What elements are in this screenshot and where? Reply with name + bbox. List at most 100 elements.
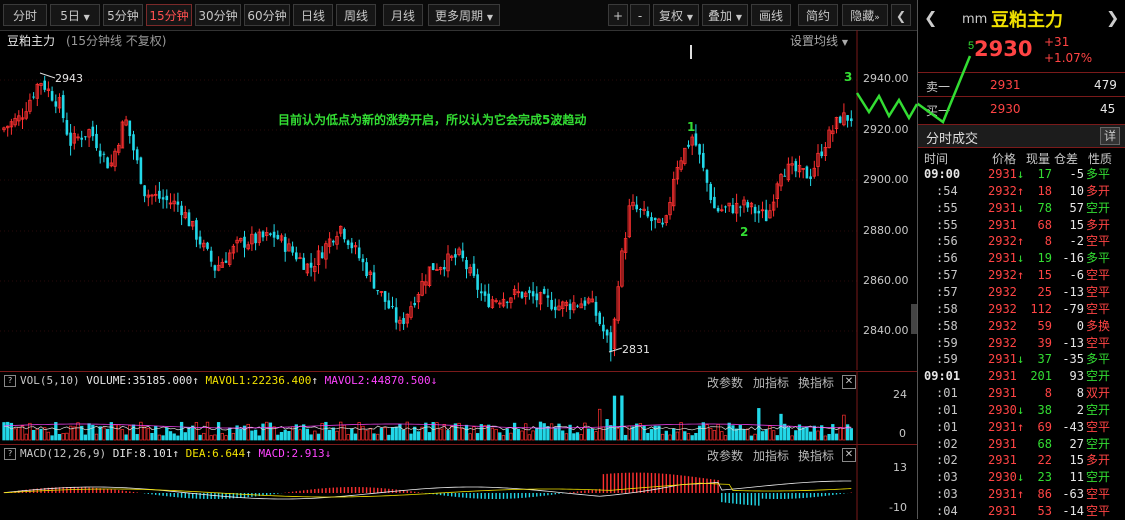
macd-edit-params-button[interactable]: 改参数 [707,447,743,464]
period-tab-60min[interactable]: 60分钟 [244,4,290,26]
candle-body [753,206,757,214]
volume-bar [694,433,698,441]
macd-y-tick-neg10: -10 [889,501,907,514]
chevron-right-icon[interactable]: ❯ [1106,8,1119,27]
candle-body [350,242,354,249]
chevron-left-icon[interactable]: ❮ [924,8,937,27]
period-tab-5day[interactable]: 5日 ▼ [50,4,100,26]
ask-price: 2931 [990,78,1021,92]
tick-oi-change: -6 [1069,268,1084,283]
vol-switch-indicator-button[interactable]: 换指标 [798,374,834,391]
volume-bar [202,432,206,441]
tick-oi-change: -5 [1069,167,1084,181]
tick-time: :58 [936,318,958,333]
volume-bar [357,422,361,441]
macd-switch-indicator-button[interactable]: 换指标 [798,447,834,464]
period-tab-fenshi[interactable]: 分时 [3,4,47,26]
volume-bar [401,429,406,441]
draw-line-button[interactable]: 画线 [751,4,791,26]
volume-bar [583,422,587,441]
tick-time: :01 [936,402,958,417]
period-tab-5min[interactable]: 5分钟 [103,4,143,26]
macd-add-indicator-button[interactable]: 加指标 [753,447,789,464]
candle-body [50,91,54,101]
volume-bar [54,422,58,441]
volume-bar [298,429,302,441]
volume-bar [816,430,820,441]
vol-add-indicator-button[interactable]: 加指标 [753,374,789,391]
tick-oi-change: 27 [1069,436,1084,451]
period-tab-day[interactable]: 日线 [293,4,333,26]
tick-oi-change: -43 [1062,419,1084,434]
tick-row: :54 2932 18 10 多开 ↑ [918,183,1125,199]
vol-edit-params-button[interactable]: 改参数 [707,374,743,391]
detail-button[interactable]: 详 [1100,127,1120,145]
volume-bar [527,434,532,441]
help-icon[interactable]: ? [4,375,16,387]
tick-row: :03 2931 86 -63 空平 ↑ [918,486,1125,502]
candlestick-chart[interactable]: 豆粕主力 (15分钟线 不复权) 设置均线 ▼ 目前认为低点为新的涨势开启，所以… [0,30,917,370]
volume-bar [46,431,51,441]
arrow-down-icon: ↓ [430,374,438,387]
volume-bar [760,431,765,441]
volume-bar [405,421,409,441]
collapse-panel-button[interactable]: ❮ [891,4,911,26]
candle-body [372,272,376,289]
arrow-up-icon: ↑ [1017,234,1025,249]
chevron-down-icon: ▼ [735,13,742,22]
zoom-out-button[interactable]: - [630,4,650,26]
volume-bar [475,433,480,441]
candle-body [283,236,287,252]
tick-price: 2930 [988,470,1017,485]
tick-row: :01 2931 8 8 双开 [918,385,1125,401]
tick-time: 09:01 [924,369,961,384]
volume-bar [757,408,761,441]
low-price-label: 2831 [622,343,650,356]
tick-row: :55 2931 78 57 空开 ↓ [918,200,1125,216]
candle-body [261,231,265,238]
volume-bar [483,425,487,441]
tick-price: 2932 [988,335,1017,350]
volume-bar [394,426,398,441]
quote-panel: ❮ mm 豆粕主力 ❯ 2930 +31 +1.07% 卖一 2931 479 … [917,0,1125,519]
arrow-down-icon: ↓ [324,447,332,460]
volume-bar [165,427,169,441]
period-tab-month[interactable]: 月线 [383,4,423,26]
simple-mode-button[interactable]: 简约 [798,4,838,26]
zoom-in-button[interactable]: + [608,4,628,26]
volume-bar [727,422,731,441]
tick-row: :56 2932 8 -2 空平 ↑ [918,233,1125,249]
adjust-dropdown[interactable]: 复权 ▼ [653,4,699,26]
help-icon[interactable]: ? [4,448,16,460]
close-icon[interactable]: ✕ [842,448,856,462]
period-tab-30min[interactable]: 30分钟 [195,4,241,26]
close-icon[interactable]: ✕ [842,375,856,389]
candle-body [739,206,742,208]
tick-price: 2931 [988,453,1017,468]
period-tab-week[interactable]: 周线 [336,4,376,26]
more-periods-dropdown[interactable]: 更多周期 ▼ [428,4,500,26]
volume-bar [764,429,768,441]
volume-bar [187,427,191,441]
candle-body [365,262,368,277]
tick-oi-change: -13 [1062,335,1084,350]
ma-settings-button[interactable]: 设置均线 ▼ [790,32,848,49]
tick-nature: 空开 [1086,369,1111,384]
candle-body [431,263,435,271]
y-tick-2860: 2860.00 [863,274,909,287]
period-tab-15min[interactable]: 15分钟 [146,4,192,26]
tick-price: 2931 [988,352,1017,367]
volume-bar [797,424,802,441]
arrow-down-icon: ↓ [1017,470,1025,485]
tick-price: 2932 [988,268,1017,283]
candle-body [391,306,394,308]
volume-bar [620,395,624,441]
candle-body [576,305,579,307]
volume-bar [749,435,754,441]
overlay-dropdown[interactable]: 叠加 ▼ [702,4,748,26]
tick-volume: 39 [1037,335,1052,350]
candle-body [838,116,842,123]
volume-bar [316,433,321,441]
hide-button[interactable]: 隐藏» [842,4,888,26]
volume-value: VOLUME:35185.000 [86,374,193,387]
